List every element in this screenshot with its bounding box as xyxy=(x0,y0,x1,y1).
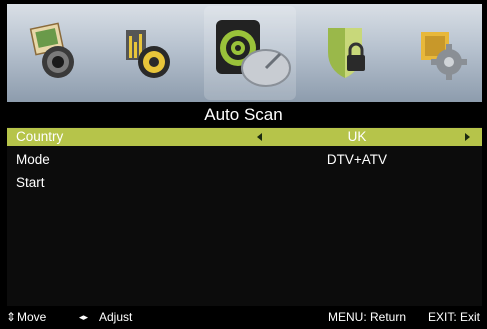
move-icon: ⇕ xyxy=(6,310,17,324)
setup-icon[interactable] xyxy=(417,22,469,82)
right-arrow-icon[interactable] xyxy=(465,133,470,141)
country-label: Country xyxy=(16,129,64,144)
start-label: Start xyxy=(16,175,45,190)
lock-icon[interactable] xyxy=(322,22,374,82)
menu-return-hint: MENU: Return xyxy=(328,310,407,324)
mode-label: Mode xyxy=(16,152,50,167)
channel-icon[interactable] xyxy=(210,6,296,98)
adjust-icon: ◂▸ xyxy=(79,312,89,322)
mode-row[interactable]: Mode DTV+ATV xyxy=(7,151,482,169)
left-arrow-icon[interactable] xyxy=(257,133,262,141)
menu-icon-bar xyxy=(7,4,482,102)
menu-title: Auto Scan xyxy=(204,105,283,124)
footer-bar: ⇕ Move ◂▸ Adjust MENU: Return EXIT: Exit xyxy=(0,306,487,329)
sound-icon[interactable] xyxy=(122,22,174,82)
picture-icon[interactable] xyxy=(27,22,79,82)
adjust-hint: Adjust xyxy=(99,310,133,324)
exit-hint: EXIT: Exit xyxy=(428,310,481,324)
mode-value: DTV+ATV xyxy=(326,152,388,167)
start-row[interactable]: Start xyxy=(7,174,482,192)
menu-panel: Country UK Mode DTV+ATV Start xyxy=(7,127,482,306)
move-hint: Move xyxy=(17,310,47,324)
country-value: UK xyxy=(347,129,367,144)
country-row[interactable]: Country UK xyxy=(7,128,482,146)
